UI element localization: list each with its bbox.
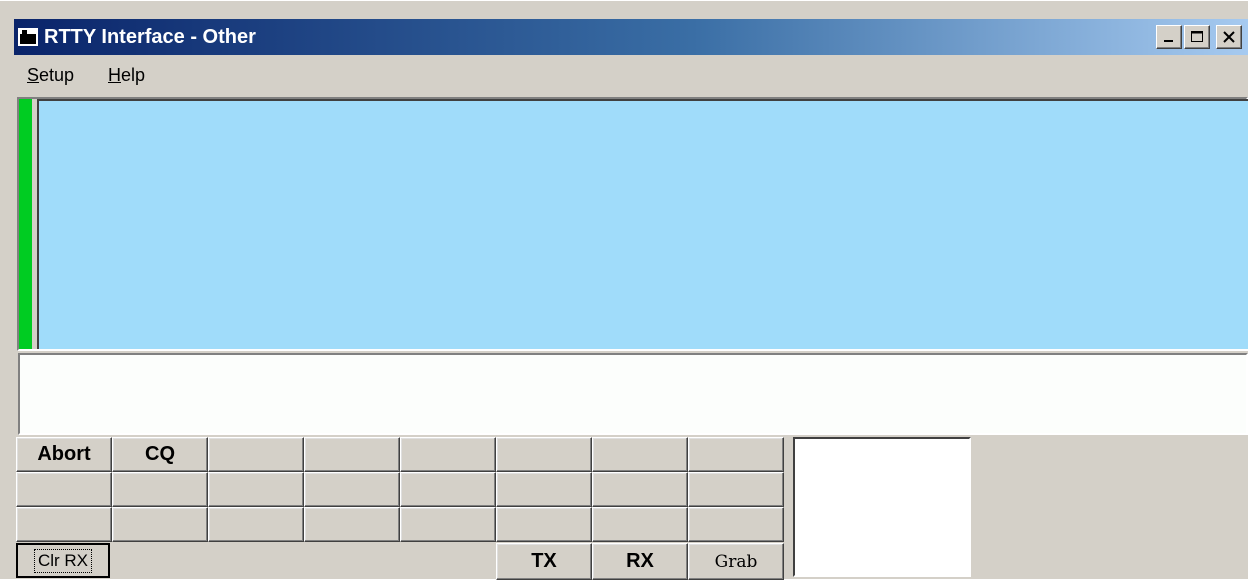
macro-button[interactable]	[688, 437, 784, 472]
macro-button[interactable]	[304, 507, 400, 542]
macro-button[interactable]	[688, 472, 784, 507]
window-title: RTTY Interface - Other	[44, 26, 256, 48]
macro-button[interactable]	[304, 472, 400, 507]
maximize-button[interactable]	[1184, 25, 1210, 49]
app-window: RTTY Interface - Other Setup Help Abort …	[0, 0, 1248, 580]
macro-button[interactable]	[16, 472, 112, 507]
minimize-icon	[1164, 40, 1173, 42]
macro-button[interactable]	[592, 507, 688, 542]
menu-setup[interactable]: Setup	[27, 65, 74, 86]
close-button[interactable]	[1216, 25, 1242, 49]
clear-rx-button[interactable]: Clr RX	[16, 543, 110, 578]
macro-button[interactable]	[208, 507, 304, 542]
abort-button[interactable]: Abort	[16, 437, 112, 472]
macro-button[interactable]	[304, 437, 400, 472]
menu-help[interactable]: Help	[108, 65, 145, 86]
menu-setup-label: etup	[39, 65, 75, 85]
menu-bar: Setup Help	[14, 59, 1248, 91]
tuning-display-box	[793, 437, 971, 577]
clear-rx-label: Clr RX	[33, 548, 93, 573]
macro-button[interactable]	[208, 437, 304, 472]
macro-button[interactable]	[400, 472, 496, 507]
macro-button[interactable]	[592, 472, 688, 507]
grab-button[interactable]: Grab	[688, 543, 784, 580]
macro-button[interactable]	[496, 472, 592, 507]
macro-button[interactable]	[400, 437, 496, 472]
transmit-text-area[interactable]	[18, 353, 1248, 437]
tuning-indicator-bar	[19, 99, 32, 349]
rx-button[interactable]: RX	[592, 543, 688, 580]
maximize-icon	[1191, 31, 1203, 42]
close-icon	[1223, 31, 1235, 43]
transmit-input[interactable]	[20, 355, 1248, 437]
macro-button[interactable]	[112, 472, 208, 507]
tx-button[interactable]: TX	[496, 543, 592, 580]
macro-button[interactable]	[496, 437, 592, 472]
menu-help-accel: H	[108, 65, 121, 85]
menu-setup-accel: S	[27, 65, 40, 85]
cq-button[interactable]: CQ	[112, 437, 208, 472]
menu-help-label: elp	[121, 65, 146, 85]
macro-button[interactable]	[688, 507, 784, 542]
macro-button[interactable]	[400, 507, 496, 542]
app-icon	[18, 28, 38, 46]
minimize-button[interactable]	[1156, 25, 1182, 49]
macro-button[interactable]	[496, 507, 592, 542]
title-bar[interactable]: RTTY Interface - Other	[14, 19, 1248, 55]
macro-button[interactable]	[592, 437, 688, 472]
macro-button[interactable]	[208, 472, 304, 507]
receive-text-area[interactable]	[37, 99, 1248, 349]
macro-button[interactable]	[16, 507, 112, 542]
macro-button[interactable]	[112, 507, 208, 542]
